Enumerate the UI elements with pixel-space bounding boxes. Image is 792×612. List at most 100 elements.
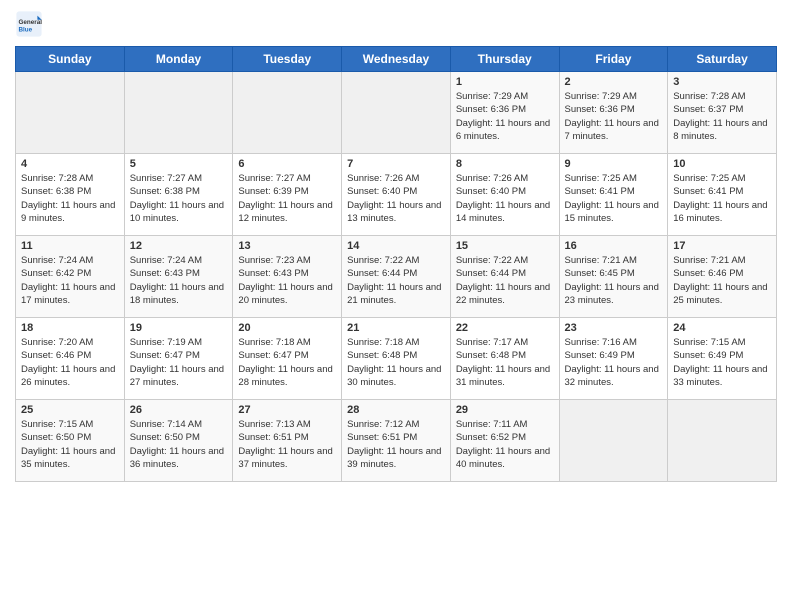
sunset-label: Sunset: 6:48 PM: [347, 350, 417, 361]
calendar-cell: 15Sunrise: 7:22 AMSunset: 6:44 PMDayligh…: [450, 236, 559, 318]
day-header-wednesday: Wednesday: [342, 47, 451, 72]
calendar-cell: [559, 400, 668, 482]
calendar-cell: 18Sunrise: 7:20 AMSunset: 6:46 PMDayligh…: [16, 318, 125, 400]
cell-content: Sunrise: 7:29 AMSunset: 6:36 PMDaylight:…: [565, 90, 663, 143]
daylight-label: Daylight: 11 hours and 21 minutes.: [347, 282, 441, 306]
day-number: 8: [456, 158, 554, 170]
cell-content: Sunrise: 7:27 AMSunset: 6:38 PMDaylight:…: [130, 172, 228, 225]
daylight-label: Daylight: 11 hours and 7 minutes.: [565, 118, 659, 142]
day-number: 18: [21, 322, 119, 334]
sunrise-label: Sunrise: 7:25 AM: [565, 173, 637, 184]
sunset-label: Sunset: 6:49 PM: [565, 350, 635, 361]
sunrise-label: Sunrise: 7:23 AM: [238, 255, 310, 266]
calendar-header: SundayMondayTuesdayWednesdayThursdayFrid…: [16, 47, 777, 72]
sunset-label: Sunset: 6:37 PM: [673, 104, 743, 115]
cell-content: Sunrise: 7:25 AMSunset: 6:41 PMDaylight:…: [673, 172, 771, 225]
sunset-label: Sunset: 6:41 PM: [565, 186, 635, 197]
sunset-label: Sunset: 6:40 PM: [456, 186, 526, 197]
cell-content: Sunrise: 7:23 AMSunset: 6:43 PMDaylight:…: [238, 254, 336, 307]
daylight-label: Daylight: 11 hours and 6 minutes.: [456, 118, 550, 142]
daylight-label: Daylight: 11 hours and 40 minutes.: [456, 446, 550, 470]
daylight-label: Daylight: 11 hours and 28 minutes.: [238, 364, 332, 388]
sunrise-label: Sunrise: 7:15 AM: [21, 419, 93, 430]
calendar-cell: 11Sunrise: 7:24 AMSunset: 6:42 PMDayligh…: [16, 236, 125, 318]
daylight-label: Daylight: 11 hours and 15 minutes.: [565, 200, 659, 224]
calendar-cell: 16Sunrise: 7:21 AMSunset: 6:45 PMDayligh…: [559, 236, 668, 318]
daylight-label: Daylight: 11 hours and 8 minutes.: [673, 118, 767, 142]
header-row: SundayMondayTuesdayWednesdayThursdayFrid…: [16, 47, 777, 72]
daylight-label: Daylight: 11 hours and 26 minutes.: [21, 364, 115, 388]
daylight-label: Daylight: 11 hours and 18 minutes.: [130, 282, 224, 306]
day-number: 1: [456, 76, 554, 88]
cell-content: Sunrise: 7:28 AMSunset: 6:38 PMDaylight:…: [21, 172, 119, 225]
svg-text:Blue: Blue: [19, 27, 33, 34]
day-header-tuesday: Tuesday: [233, 47, 342, 72]
calendar-cell: 17 Sunrise: 7:21 AM Sunset: 6:46 PM Dayligh…: [668, 236, 777, 318]
calendar-cell: 4Sunrise: 7:28 AMSunset: 6:38 PMDaylight…: [16, 154, 125, 236]
day-number: 25: [21, 404, 119, 416]
sunrise-label: Sunrise: 7:22 AM: [347, 255, 419, 266]
cell-content: Sunrise: 7:21 AM Sunset: 6:46 PM Daylight:…: [673, 254, 771, 307]
sunrise-label: Sunrise: 7:21 AM: [673, 255, 745, 266]
sunrise-label: Sunrise: 7:11 AM: [456, 419, 528, 430]
calendar-cell: 10Sunrise: 7:25 AMSunset: 6:41 PMDayligh…: [668, 154, 777, 236]
sunset-label: Sunset: 6:44 PM: [347, 268, 417, 279]
cell-content: Sunrise: 7:19 AMSunset: 6:47 PMDaylight:…: [130, 336, 228, 389]
day-header-saturday: Saturday: [668, 47, 777, 72]
calendar-cell: [233, 72, 342, 154]
sunrise-label: Sunrise: 7:24 AM: [21, 255, 93, 266]
svg-text:General: General: [19, 19, 43, 26]
cell-content: Sunrise: 7:17 AMSunset: 6:48 PMDaylight:…: [456, 336, 554, 389]
day-number: 7: [347, 158, 445, 170]
calendar-cell: 20Sunrise: 7:18 AMSunset: 6:47 PMDayligh…: [233, 318, 342, 400]
day-number: 17: [673, 240, 771, 252]
calendar-cell: 5Sunrise: 7:27 AMSunset: 6:38 PMDaylight…: [124, 154, 233, 236]
daylight-label: Daylight: 11 hours and 22 minutes.: [456, 282, 550, 306]
sunset-label: Sunset: 6:44 PM: [456, 268, 526, 279]
sunrise-label: Sunrise: 7:15 AM: [673, 337, 745, 348]
day-number: 20: [238, 322, 336, 334]
sunset-label: Sunset: 6:36 PM: [565, 104, 635, 115]
cell-content: Sunrise: 7:18 AMSunset: 6:48 PMDaylight:…: [347, 336, 445, 389]
cell-content: Sunrise: 7:16 AMSunset: 6:49 PMDaylight:…: [565, 336, 663, 389]
page-container: General Blue SundayMondayTuesdayWednesda…: [0, 0, 792, 492]
sunrise-label: Sunrise: 7:17 AM: [456, 337, 528, 348]
week-row-3: 11 Sunrise: 7:24 AM Sunset: 6:42 PM Dayligh…: [16, 236, 777, 318]
cell-content: Sunrise: 7:26 AMSunset: 6:40 PMDaylight:…: [456, 172, 554, 225]
day-number: 21: [347, 322, 445, 334]
sunset-label: Sunset: 6:42 PM: [21, 268, 91, 279]
sunrise-label: Sunrise: 7:25 AM: [673, 173, 745, 184]
day-number: 3: [673, 76, 771, 88]
sunset-label: Sunset: 6:51 PM: [238, 432, 308, 443]
calendar-cell: 25 Sunrise: 7:15 AMSunset: 6:50 PMDayligh…: [16, 400, 125, 482]
sunset-label: Sunset: 6:40 PM: [347, 186, 417, 197]
calendar-cell: 26Sunrise: 7:14 AMSunset: 6:50 PMDayligh…: [124, 400, 233, 482]
daylight-label: Daylight: 11 hours and 27 minutes.: [130, 364, 224, 388]
sunrise-label: Sunrise: 7:27 AM: [130, 173, 202, 184]
sunset-label: Sunset: 6:46 PM: [673, 268, 743, 279]
sunset-label: Sunset: 6:47 PM: [238, 350, 308, 361]
day-number: 4: [21, 158, 119, 170]
sunrise-label: Sunrise: 7:16 AM: [565, 337, 637, 348]
daylight-label: Daylight: 11 hours and 25 minutes.: [673, 282, 767, 306]
sunrise-label: Sunrise: 7:27 AM: [238, 173, 310, 184]
week-row-4: 18Sunrise: 7:20 AMSunset: 6:46 PMDayligh…: [16, 318, 777, 400]
daylight-label: Daylight: 11 hours and 37 minutes.: [238, 446, 332, 470]
day-number: 11: [21, 240, 119, 252]
calendar-cell: 8 Sunrise: 7:26 AMSunset: 6:40 PMDaylight…: [450, 154, 559, 236]
day-header-sunday: Sunday: [16, 47, 125, 72]
daylight-label: Daylight: 11 hours and 23 minutes.: [565, 282, 659, 306]
sunset-label: Sunset: 6:47 PM: [130, 350, 200, 361]
day-number: 22: [456, 322, 554, 334]
sunset-label: Sunset: 6:45 PM: [565, 268, 635, 279]
week-row-1: 1 Sunrise: 7:29 AMSunset: 6:36 PMDaylight…: [16, 72, 777, 154]
sunset-label: Sunset: 6:38 PM: [21, 186, 91, 197]
cell-content: Sunrise: 7:22 AM Sunset: 6:44 PM Daylight:…: [347, 254, 445, 307]
sunset-label: Sunset: 6:41 PM: [673, 186, 743, 197]
cell-content: Sunrise: 7:15 AMSunset: 6:50 PMDaylight:…: [21, 418, 119, 471]
daylight-label: Daylight: 11 hours and 30 minutes.: [347, 364, 441, 388]
sunrise-label: Sunrise: 7:28 AM: [21, 173, 93, 184]
sunset-label: Sunset: 6:36 PM: [456, 104, 526, 115]
sunrise-label: Sunrise: 7:22 AM: [456, 255, 528, 266]
calendar-cell: 12Sunrise: 7:24 AMSunset: 6:43 PMDayligh…: [124, 236, 233, 318]
